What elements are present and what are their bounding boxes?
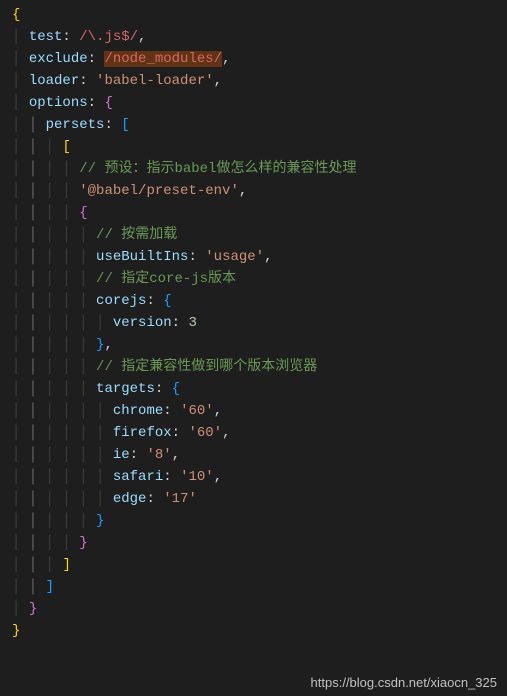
property-exclude: exclude bbox=[29, 51, 88, 67]
property-targets: targets bbox=[96, 381, 155, 397]
code-line: { bbox=[0, 4, 507, 26]
code-line: │ │ │ │ │ } bbox=[0, 510, 507, 532]
code-line: │ │ │ │ │ │ chrome: '60', bbox=[0, 400, 507, 422]
property-options: options bbox=[29, 95, 88, 111]
comment: // 指定兼容性做到哪个版本浏览器 bbox=[96, 359, 317, 375]
open-bracket: [ bbox=[62, 139, 70, 155]
open-brace: { bbox=[172, 381, 180, 397]
property-ie: ie bbox=[113, 447, 130, 463]
code-line: │ options: { bbox=[0, 92, 507, 114]
code-line: │ │ │ │ │ │ safari: '10', bbox=[0, 466, 507, 488]
code-line: } bbox=[0, 620, 507, 642]
string-value: '17' bbox=[163, 491, 197, 507]
property-test: test bbox=[29, 29, 63, 45]
comment: // 按需加载 bbox=[96, 227, 177, 243]
open-brace: { bbox=[79, 205, 87, 221]
close-brace: } bbox=[29, 601, 37, 617]
code-line: │ │ │ │ { bbox=[0, 202, 507, 224]
code-line: │ │ │ │ │ // 按需加载 bbox=[0, 224, 507, 246]
code-line: │ │ │ ] bbox=[0, 554, 507, 576]
close-brace: } bbox=[12, 623, 20, 639]
regex-value: /\.js$/ bbox=[79, 29, 138, 45]
code-line: │ │ │ │ │ │ ie: '8', bbox=[0, 444, 507, 466]
property-chrome: chrome bbox=[113, 403, 163, 419]
open-brace: { bbox=[163, 293, 171, 309]
close-brace: } bbox=[79, 535, 87, 551]
code-line: │ │ │ │ │ targets: { bbox=[0, 378, 507, 400]
close-bracket: ] bbox=[46, 579, 54, 595]
string-value: 'usage' bbox=[205, 249, 264, 265]
code-line: │ │ │ │ │ │ firefox: '60', bbox=[0, 422, 507, 444]
code-line: │ │ ] bbox=[0, 576, 507, 598]
code-line: │ │ │ │ │ │ version: 3 bbox=[0, 312, 507, 334]
code-line: │ │ │ │ │ // 指定兼容性做到哪个版本浏览器 bbox=[0, 356, 507, 378]
code-editor[interactable]: { │ test: /\.js$/, │ exclude: /node_modu… bbox=[0, 4, 507, 642]
code-line: │ │ │ │ │ corejs: { bbox=[0, 290, 507, 312]
code-line: │ loader: 'babel-loader', bbox=[0, 70, 507, 92]
code-line: │ │ │ │ │ // 指定core-js版本 bbox=[0, 268, 507, 290]
open-brace: { bbox=[12, 7, 20, 23]
comment: // 预设：指示babel做怎么样的兼容性处理 bbox=[79, 161, 356, 177]
property-loader: loader bbox=[29, 73, 79, 89]
property-corejs: corejs bbox=[96, 293, 146, 309]
property-edge: edge bbox=[113, 491, 147, 507]
number-value: 3 bbox=[188, 315, 196, 331]
property-usebuiltins: useBuiltIns bbox=[96, 249, 188, 265]
property-firefox: firefox bbox=[113, 425, 172, 441]
property-safari: safari bbox=[113, 469, 163, 485]
regex-highlighted: /node_modules/ bbox=[104, 51, 222, 67]
code-line: │ │ persets: [ bbox=[0, 114, 507, 136]
close-bracket: ] bbox=[62, 557, 70, 573]
comment: // 指定core-js版本 bbox=[96, 271, 236, 287]
code-line: │ } bbox=[0, 598, 507, 620]
string-value: '60' bbox=[180, 403, 214, 419]
code-line: │ │ │ [ bbox=[0, 136, 507, 158]
string-value: '10' bbox=[180, 469, 214, 485]
string-value: '@babel/preset-env' bbox=[79, 183, 239, 199]
open-bracket: [ bbox=[121, 117, 129, 133]
code-line: │ │ │ │ '@babel/preset-env', bbox=[0, 180, 507, 202]
string-value: 'babel-loader' bbox=[96, 73, 214, 89]
code-line: │ │ │ │ │ useBuiltIns: 'usage', bbox=[0, 246, 507, 268]
code-line: │ │ │ │ │ }, bbox=[0, 334, 507, 356]
code-line: │ │ │ │ } bbox=[0, 532, 507, 554]
code-line: │ │ │ │ │ │ edge: '17' bbox=[0, 488, 507, 510]
string-value: '60' bbox=[188, 425, 222, 441]
string-value: '8' bbox=[146, 447, 171, 463]
property-version: version bbox=[113, 315, 172, 331]
watermark-text: https://blog.csdn.net/xiaocn_325 bbox=[311, 675, 497, 690]
code-line: │ │ │ │ // 预设：指示babel做怎么样的兼容性处理 bbox=[0, 158, 507, 180]
property-persets: persets bbox=[46, 117, 105, 133]
open-brace: { bbox=[104, 95, 112, 111]
close-brace: } bbox=[96, 513, 104, 529]
code-line: │ test: /\.js$/, bbox=[0, 26, 507, 48]
code-line: │ exclude: /node_modules/, bbox=[0, 48, 507, 70]
